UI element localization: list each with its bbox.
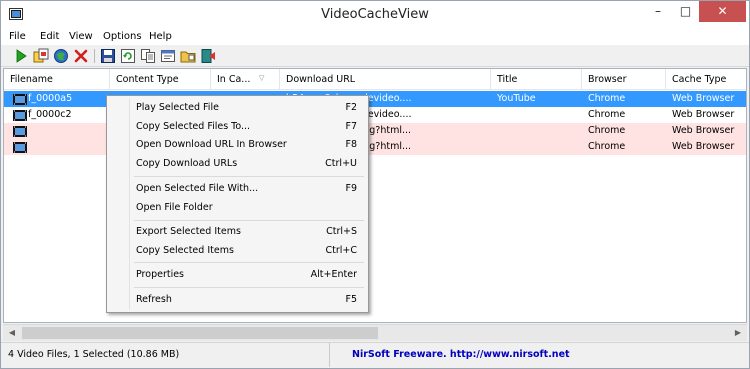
window-title: VideoCacheView: [321, 7, 429, 22]
menu-separator: [134, 176, 364, 177]
menu-item-open-file-folder[interactable]: Open File Folder: [109, 199, 366, 217]
menu-item-shortcut: Alt+Enter: [310, 269, 357, 280]
open-folder-icon[interactable]: [180, 48, 196, 64]
cell-filename: [22, 123, 110, 139]
delete-icon[interactable]: [73, 48, 89, 64]
properties-icon[interactable]: [160, 48, 176, 64]
exit-icon[interactable]: [200, 48, 216, 64]
cell-browser: Chrome: [588, 125, 626, 136]
menu-bar: File Edit View Options Help: [1, 28, 749, 45]
scroll-left-arrow-icon[interactable]: ◀: [4, 326, 20, 340]
menu-item-shortcut: F7: [345, 121, 357, 132]
cell-title: YouTube: [497, 93, 536, 104]
toolbar: [1, 45, 749, 67]
copy-icon[interactable]: [140, 48, 156, 64]
list-header: Filename Content Type In Ca... ▽ Downloa…: [4, 69, 746, 90]
menu-file[interactable]: File: [8, 28, 27, 45]
column-header-download-url[interactable]: Download URL: [280, 69, 491, 90]
context-menu: Play Selected File F2 Copy Selected File…: [106, 95, 369, 313]
menu-item-label: Export Selected Items: [136, 226, 241, 237]
close-button[interactable]: ✕: [699, 1, 746, 22]
menu-item-label: Open File Folder: [136, 202, 213, 213]
cell-title: [491, 107, 582, 123]
title-bar: VideoCacheView – □ ✕: [1, 1, 749, 28]
menu-item-shortcut: Ctrl+S: [326, 226, 357, 237]
menu-item-shortcut: Ctrl+C: [325, 245, 358, 256]
menu-item-label: Properties: [136, 269, 185, 280]
cell-cache-type: Web Browser: [672, 141, 735, 152]
menu-item-shortcut: F2: [345, 102, 357, 113]
menu-item-shortcut: F8: [345, 139, 357, 150]
menu-item-label: Copy Selected Items: [136, 245, 234, 256]
menu-item-export-selected-items[interactable]: Export Selected Items Ctrl+S: [109, 223, 366, 241]
menu-view[interactable]: View: [68, 28, 94, 45]
cell-title: [491, 123, 582, 139]
column-header-content-type[interactable]: Content Type: [110, 69, 211, 90]
refresh-icon[interactable]: [120, 48, 136, 64]
column-header-in-cache[interactable]: In Ca...: [211, 69, 280, 90]
app-window: VideoCacheView – □ ✕ File Edit View Opti…: [0, 0, 750, 369]
cell-title: [491, 139, 582, 155]
play-icon[interactable]: [13, 48, 29, 64]
menu-item-label: Open Download URL In Browser: [136, 139, 287, 150]
cell-browser: Chrome: [588, 93, 626, 104]
status-summary: 4 Video Files, 1 Selected (10.86 MB): [8, 343, 330, 367]
menu-item-copy-selected-files[interactable]: Copy Selected Files To... F7: [109, 118, 366, 136]
menu-item-open-download-url[interactable]: Open Download URL In Browser F8: [109, 136, 366, 154]
menu-item-copy-download-urls[interactable]: Copy Download URLs Ctrl+U: [109, 155, 366, 173]
cell-cache-type: Web Browser: [672, 109, 735, 120]
menu-item-label: Refresh: [136, 294, 172, 305]
menu-separator: [134, 220, 364, 221]
cell-filename: f_0000a5: [28, 93, 73, 104]
horizontal-scrollbar[interactable]: ◀ ▶: [3, 324, 747, 341]
menu-item-properties[interactable]: Properties Alt+Enter: [109, 266, 366, 284]
column-header-cache-type[interactable]: Cache Type: [666, 69, 746, 90]
menu-item-play-selected-file[interactable]: Play Selected File F2: [109, 99, 366, 117]
cell-browser: Chrome: [588, 109, 626, 120]
column-header-title[interactable]: Title: [491, 69, 582, 90]
menu-item-shortcut: Ctrl+U: [325, 158, 357, 169]
scrollbar-thumb[interactable]: [22, 327, 378, 339]
menu-item-label: Play Selected File: [136, 102, 219, 113]
copy-files-icon[interactable]: [33, 48, 49, 64]
sort-ascending-icon: ▽: [259, 74, 265, 82]
menu-item-label: Copy Download URLs: [136, 158, 238, 169]
save-icon[interactable]: [100, 48, 116, 64]
scroll-right-arrow-icon[interactable]: ▶: [730, 326, 746, 340]
cell-browser: Chrome: [588, 141, 626, 152]
menu-separator: [134, 262, 364, 263]
column-header-filename[interactable]: Filename: [4, 69, 110, 90]
column-header-browser[interactable]: Browser: [582, 69, 666, 90]
menu-separator: [134, 287, 364, 288]
cell-cache-type: Web Browser: [672, 93, 735, 104]
menu-help[interactable]: Help: [148, 28, 173, 45]
menu-item-label: Copy Selected Files To...: [136, 121, 251, 132]
menu-item-open-selected-file-with[interactable]: Open Selected File With... F9: [109, 180, 366, 198]
maximize-button[interactable]: □: [672, 1, 699, 22]
menu-edit[interactable]: Edit: [39, 28, 60, 45]
cell-cache-type: Web Browser: [672, 125, 735, 136]
open-browser-icon[interactable]: [53, 48, 69, 64]
status-bar: 4 Video Files, 1 Selected (10.86 MB) Nir…: [1, 342, 749, 368]
menu-item-copy-selected-items[interactable]: Copy Selected Items Ctrl+C: [109, 242, 366, 260]
menu-item-shortcut: F5: [345, 294, 357, 305]
menu-item-shortcut: F9: [345, 183, 357, 194]
menu-item-label: Open Selected File With...: [136, 183, 259, 194]
menu-item-refresh[interactable]: Refresh F5: [109, 291, 366, 309]
cell-filename: [22, 139, 110, 155]
minimize-button[interactable]: –: [644, 1, 672, 22]
nirsoft-link[interactable]: NirSoft Freeware. http://www.nirsoft.net: [352, 343, 570, 367]
cell-filename: f_0000c2: [28, 109, 72, 120]
menu-options[interactable]: Options: [102, 28, 143, 45]
toolbar-separator: [94, 49, 95, 63]
